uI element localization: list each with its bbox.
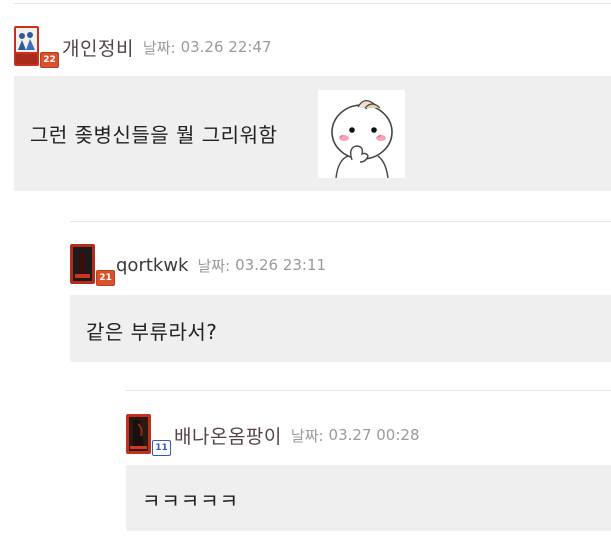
author-name[interactable]: 배나온옴팡이 bbox=[174, 422, 282, 449]
comment-date: 03.27 00:28 bbox=[328, 426, 420, 444]
reply-item: 21 qortkwk 날짜: 03.26 23:11 같은 부류라서? bbox=[70, 221, 611, 365]
comment-body: 그런 좆병신들을 뭘 그리워함 bbox=[14, 76, 611, 191]
level-badge: 21 bbox=[96, 270, 115, 286]
comment-date: 03.26 23:11 bbox=[235, 256, 327, 274]
avatar[interactable]: 11 bbox=[126, 414, 172, 456]
comment-text: 같은 부류라서? bbox=[86, 320, 218, 344]
comment-date: 03.26 22:47 bbox=[180, 38, 272, 56]
avatar[interactable]: 21 bbox=[70, 244, 116, 286]
date-label: 날짜: bbox=[290, 426, 324, 445]
comment-meta: 22 개인정비 날짜: 03.26 22:47 bbox=[14, 26, 272, 68]
user-card-icon bbox=[126, 414, 151, 454]
level-badge: 22 bbox=[40, 52, 59, 68]
author-name[interactable]: qortkwk bbox=[116, 255, 188, 276]
comment-body: 같은 부류라서? bbox=[70, 295, 611, 362]
user-card-icon bbox=[70, 244, 95, 284]
blushing-emoticon-icon bbox=[318, 90, 405, 178]
comment-text: 그런 좆병신들을 뭘 그리워함 bbox=[30, 123, 278, 147]
comment-meta: 11 배나온옴팡이 날짜: 03.27 00:28 bbox=[126, 414, 419, 456]
level-badge: 11 bbox=[152, 440, 171, 456]
comment-item: 22 개인정비 날짜: 03.26 22:47 그런 좆병신들을 뭘 그리워함 bbox=[0, 0, 611, 195]
date-label: 날짜: bbox=[142, 38, 176, 57]
comment-text: ㅋㅋㅋㅋㅋ bbox=[142, 489, 239, 513]
comment-body: ㅋㅋㅋㅋㅋ bbox=[126, 465, 611, 531]
avatar[interactable]: 22 bbox=[14, 26, 60, 68]
comment-meta: 21 qortkwk 날짜: 03.26 23:11 bbox=[70, 244, 326, 286]
author-name[interactable]: 개인정비 bbox=[62, 34, 134, 61]
date-label: 날짜: bbox=[197, 256, 231, 275]
reply-item: 11 배나온옴팡이 날짜: 03.27 00:28 ㅋㅋㅋㅋㅋ bbox=[126, 390, 611, 538]
user-card-icon bbox=[14, 26, 39, 66]
